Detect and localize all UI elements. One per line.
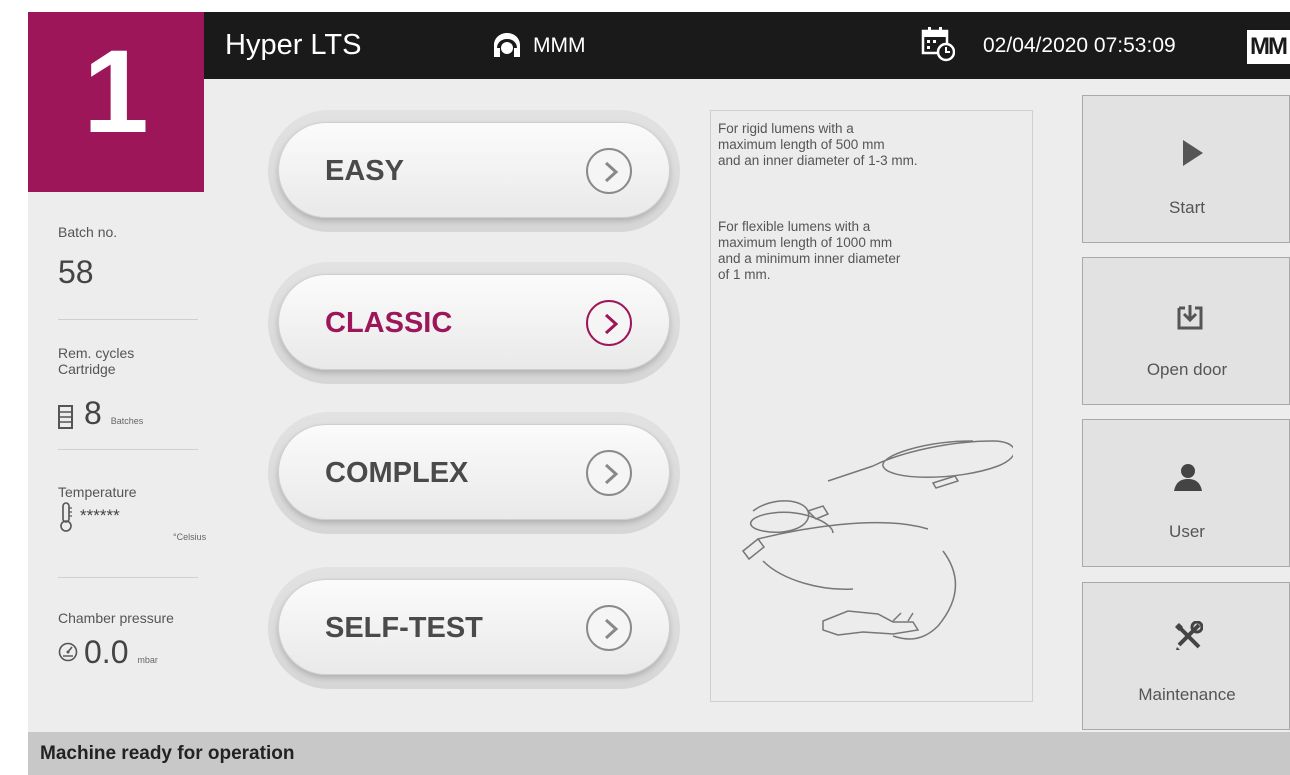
cycles-number: 8 <box>84 395 102 431</box>
pressure-value: 0.0 mbar <box>84 634 158 671</box>
batch-value: 58 <box>58 254 94 290</box>
flexible-line: For flexible lumens with a <box>718 219 871 234</box>
pressure-number: 0.0 <box>84 634 129 670</box>
batch-label: Batch no. <box>58 224 118 240</box>
maintenance-label: Maintenance <box>1138 685 1236 704</box>
main-screen: Hyper LTS MMM 02/04/2020 07:53:09 MM 1 B… <box>28 12 1290 775</box>
cycles-label-line1: Rem. cycles <box>58 345 135 361</box>
thermometer-icon <box>60 502 72 532</box>
program-button-face: SELF-TEST <box>278 579 670 675</box>
door-open-icon <box>1177 305 1203 330</box>
calendar-clock-icon <box>921 27 955 62</box>
rigid-description: For rigid lumens with a maximum length o… <box>718 121 1028 169</box>
pressure-label: Chamber pressure <box>58 610 174 626</box>
program-button-face: EASY <box>278 122 670 218</box>
cycles-value: 8 Batches <box>84 395 143 432</box>
endoscope-illustration <box>741 440 1013 640</box>
brand-logo: MM <box>1247 30 1290 64</box>
person-icon <box>1174 464 1202 491</box>
temperature-label: Temperature <box>58 484 137 500</box>
flexible-line: maximum length of 1000 mm <box>718 235 893 250</box>
flexible-description: For flexible lumens with a maximum lengt… <box>718 219 1028 283</box>
cycles-label: Rem. cycles Cartridge <box>58 345 134 377</box>
play-icon <box>1183 140 1203 166</box>
cycles-unit: Batches <box>110 416 144 426</box>
program-complex-button[interactable]: COMPLEX <box>268 412 680 534</box>
program-button-face: COMPLEX <box>278 424 670 520</box>
rigid-line: maximum length of 500 mm <box>718 137 885 152</box>
rigid-line: and an inner diameter of 1-3 mm. <box>718 153 918 168</box>
gauge-icon <box>58 642 78 662</box>
datetime: 02/04/2020 07:53:09 <box>983 34 1176 57</box>
program-self-test-button[interactable]: SELF-TEST <box>268 567 680 689</box>
tools-icon <box>1175 621 1203 650</box>
user-name: MMM <box>533 34 586 57</box>
program-label: COMPLEX <box>325 457 469 489</box>
program-description-panel: For rigid lumens with a maximum length o… <box>710 110 1033 702</box>
top-bar: Hyper LTS MMM 02/04/2020 07:53:09 MM <box>28 12 1290 79</box>
app-title: Hyper LTS <box>225 29 362 61</box>
chevron-right-icon <box>586 605 632 651</box>
program-button-face: CLASSIC <box>278 274 670 370</box>
chevron-right-icon <box>586 148 632 194</box>
maintenance-button[interactable]: Maintenance <box>1082 582 1290 730</box>
machine-number: 1 <box>28 12 204 192</box>
rigid-line: For rigid lumens with a <box>718 121 854 136</box>
flexible-line: and a minimum inner diameter <box>718 251 901 266</box>
program-label: CLASSIC <box>325 307 453 339</box>
program-label: SELF-TEST <box>325 612 483 644</box>
flexible-line: of 1 mm. <box>718 267 771 282</box>
open-door-label: Open door <box>1146 360 1228 379</box>
chevron-right-icon <box>586 450 632 496</box>
divider <box>58 449 198 450</box>
open-door-button[interactable]: Open door <box>1082 257 1290 405</box>
chevron-right-icon <box>586 300 632 346</box>
cartridge-icon <box>58 405 73 429</box>
divider <box>58 577 198 578</box>
start-label: Start <box>1169 198 1205 217</box>
start-button[interactable]: Start <box>1082 95 1290 243</box>
temperature-value: ****** <box>80 506 120 525</box>
cycles-label-line2: Cartridge <box>58 361 116 377</box>
pressure-unit: mbar <box>137 655 158 665</box>
user-icon <box>494 33 520 57</box>
user-label: User <box>1169 522 1205 541</box>
program-label: EASY <box>325 155 404 187</box>
divider <box>58 319 198 320</box>
user-button[interactable]: User <box>1082 419 1290 567</box>
temperature-unit: °Celsius <box>173 532 207 542</box>
program-classic-button[interactable]: CLASSIC <box>268 262 680 384</box>
status-message: Machine ready for operation <box>40 743 295 764</box>
program-easy-button[interactable]: EASY <box>268 110 680 232</box>
status-bar: Machine ready for operation <box>28 732 1290 775</box>
